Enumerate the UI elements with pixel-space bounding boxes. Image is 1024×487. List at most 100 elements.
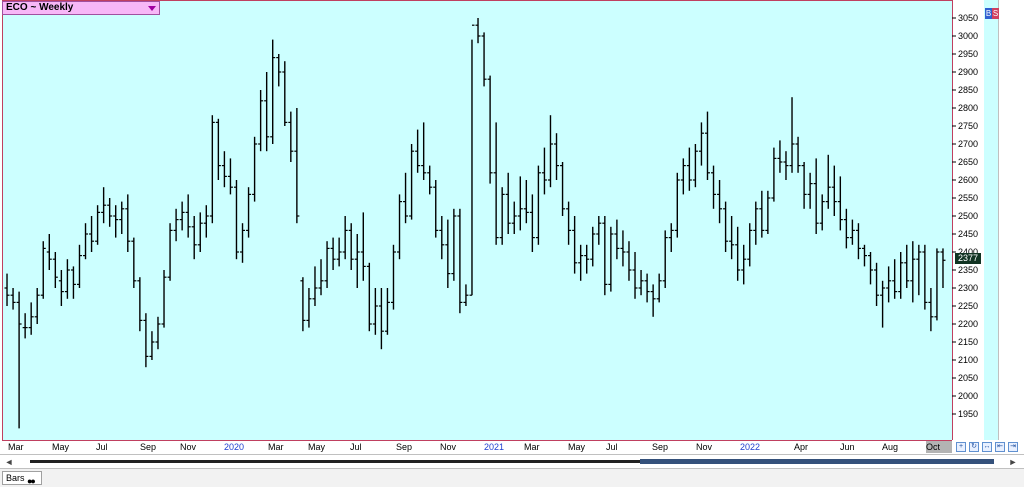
dropdown-arrow-icon[interactable] xyxy=(148,6,156,11)
ohlc-bar xyxy=(107,198,113,227)
ohlc-bar xyxy=(384,288,390,335)
ohlc-bar xyxy=(692,144,698,188)
horizontal-scrollbar[interactable]: ◄ ► xyxy=(0,454,1024,468)
ohlc-bar xyxy=(70,266,76,299)
ohlc-bar xyxy=(505,172,511,234)
ohlc-bar xyxy=(360,212,366,281)
month-tick-label: Jul xyxy=(606,442,618,452)
ohlc-bar xyxy=(276,54,282,87)
ohlc-bar xyxy=(783,151,789,180)
ohlc-bar xyxy=(632,252,638,299)
ohlc-bar xyxy=(547,115,553,188)
month-tick-label: Mar xyxy=(8,442,24,452)
price-tick-label: 2700 xyxy=(958,139,979,149)
ohlc-bar xyxy=(433,180,439,238)
ohlc-bar xyxy=(155,316,161,350)
ohlc-bar xyxy=(493,122,499,245)
price-tick-label: 2000 xyxy=(958,391,979,401)
ohlc-bar xyxy=(233,180,239,260)
ohlc-bar xyxy=(354,234,360,288)
ohlc-bar xyxy=(898,252,904,299)
ohlc-bar xyxy=(366,262,372,332)
ohlc-bar xyxy=(934,248,940,321)
zoom-in-icon[interactable]: + xyxy=(956,442,966,452)
ohlc-bar xyxy=(855,223,861,260)
ohlc-bar xyxy=(572,216,578,274)
collapse-icon[interactable]: ⇤ xyxy=(995,442,1005,452)
month-tick-label: Oct xyxy=(926,442,941,452)
scroll-thumb[interactable] xyxy=(640,459,994,464)
ohlc-bar xyxy=(765,190,771,234)
ohlc-bar xyxy=(451,208,457,281)
ohlc-bar xyxy=(258,90,264,152)
ohlc-bar xyxy=(209,115,215,224)
ohlc-bar xyxy=(167,223,173,281)
ohlc-bar xyxy=(179,201,185,231)
month-tick-label: Jul xyxy=(350,442,362,452)
ohlc-bar xyxy=(922,244,928,310)
price-tick-label: 1950 xyxy=(958,409,979,419)
month-tick-label: May xyxy=(308,442,326,452)
scroll-left-arrow-icon[interactable]: ◄ xyxy=(4,457,14,467)
ohlc-bar xyxy=(686,147,692,191)
ohlc-bar xyxy=(928,288,934,332)
bars-tab-dots-icon: ●● xyxy=(27,476,36,486)
ohlc-bar xyxy=(874,262,880,306)
ohlc-bar xyxy=(149,331,155,360)
ohlc-bar xyxy=(457,208,463,314)
month-tick-label: Nov xyxy=(440,442,457,452)
ohlc-bar xyxy=(22,313,28,339)
ohlc-bar xyxy=(584,244,590,274)
month-tick-label: Jun xyxy=(840,442,855,452)
month-tick-label: May xyxy=(568,442,586,452)
ohlc-bar xyxy=(843,208,849,249)
ohlc-bar xyxy=(729,216,735,260)
ohlc-bar xyxy=(868,252,874,285)
price-tick-label: 2950 xyxy=(958,49,979,59)
ohlc-bar xyxy=(221,151,227,188)
ohlc-bar xyxy=(807,172,813,209)
fit-icon[interactable]: ⇥ xyxy=(1008,442,1018,452)
ohlc-bar xyxy=(64,259,70,299)
refresh-icon[interactable]: ↻ xyxy=(969,442,979,452)
symbol-selector[interactable]: ECO ~ Weekly xyxy=(2,1,160,15)
ohlc-bar xyxy=(40,241,46,299)
ohlc-bar xyxy=(203,205,209,238)
ohlc-bar xyxy=(529,194,535,252)
ohlc-bar xyxy=(560,162,566,216)
price-tick-label: 2750 xyxy=(958,121,979,131)
ohlc-bar xyxy=(403,172,409,224)
symbol-title: ECO ~ Weekly xyxy=(6,2,74,13)
bars-tab-label: Bars xyxy=(6,473,25,483)
ohlc-bar xyxy=(185,194,191,238)
ohlc-bar xyxy=(46,234,52,270)
month-tick-label: Sep xyxy=(396,442,413,452)
ohlc-bar xyxy=(143,313,149,368)
last-price-tag: 2377 xyxy=(955,253,981,264)
bars-tab[interactable]: Bars ●● xyxy=(2,471,42,486)
ohlc-bar xyxy=(28,302,34,335)
ohlc-bar xyxy=(650,284,656,317)
ohlc-bar xyxy=(240,223,246,263)
ohlc-bar xyxy=(318,259,324,296)
ohlc-bar xyxy=(342,216,348,260)
ohlc-bar xyxy=(463,284,469,306)
sell-control-button[interactable]: S xyxy=(992,8,999,19)
ohlc-bar xyxy=(541,147,547,195)
ohlc-bar xyxy=(445,219,451,288)
ohlc-bar xyxy=(789,97,795,173)
buy-control-button[interactable]: B xyxy=(985,8,992,19)
price-tick-label: 2800 xyxy=(958,103,979,113)
month-tick-label: Nov xyxy=(696,442,713,452)
scroll-right-arrow-icon[interactable]: ► xyxy=(1008,457,1018,467)
ohlc-bar xyxy=(511,201,517,234)
year-tick-label: 2020 xyxy=(224,442,245,452)
month-tick-label: Mar xyxy=(524,442,540,452)
ohlc-bar xyxy=(227,158,233,195)
expand-icon[interactable]: ↔ xyxy=(982,442,992,452)
ohlc-bar xyxy=(753,201,759,245)
ohlc-bar xyxy=(837,176,843,231)
ohlc-bar xyxy=(427,165,433,195)
month-tick-label: Aug xyxy=(882,442,899,452)
status-bar: Bars ●● xyxy=(0,468,1024,487)
